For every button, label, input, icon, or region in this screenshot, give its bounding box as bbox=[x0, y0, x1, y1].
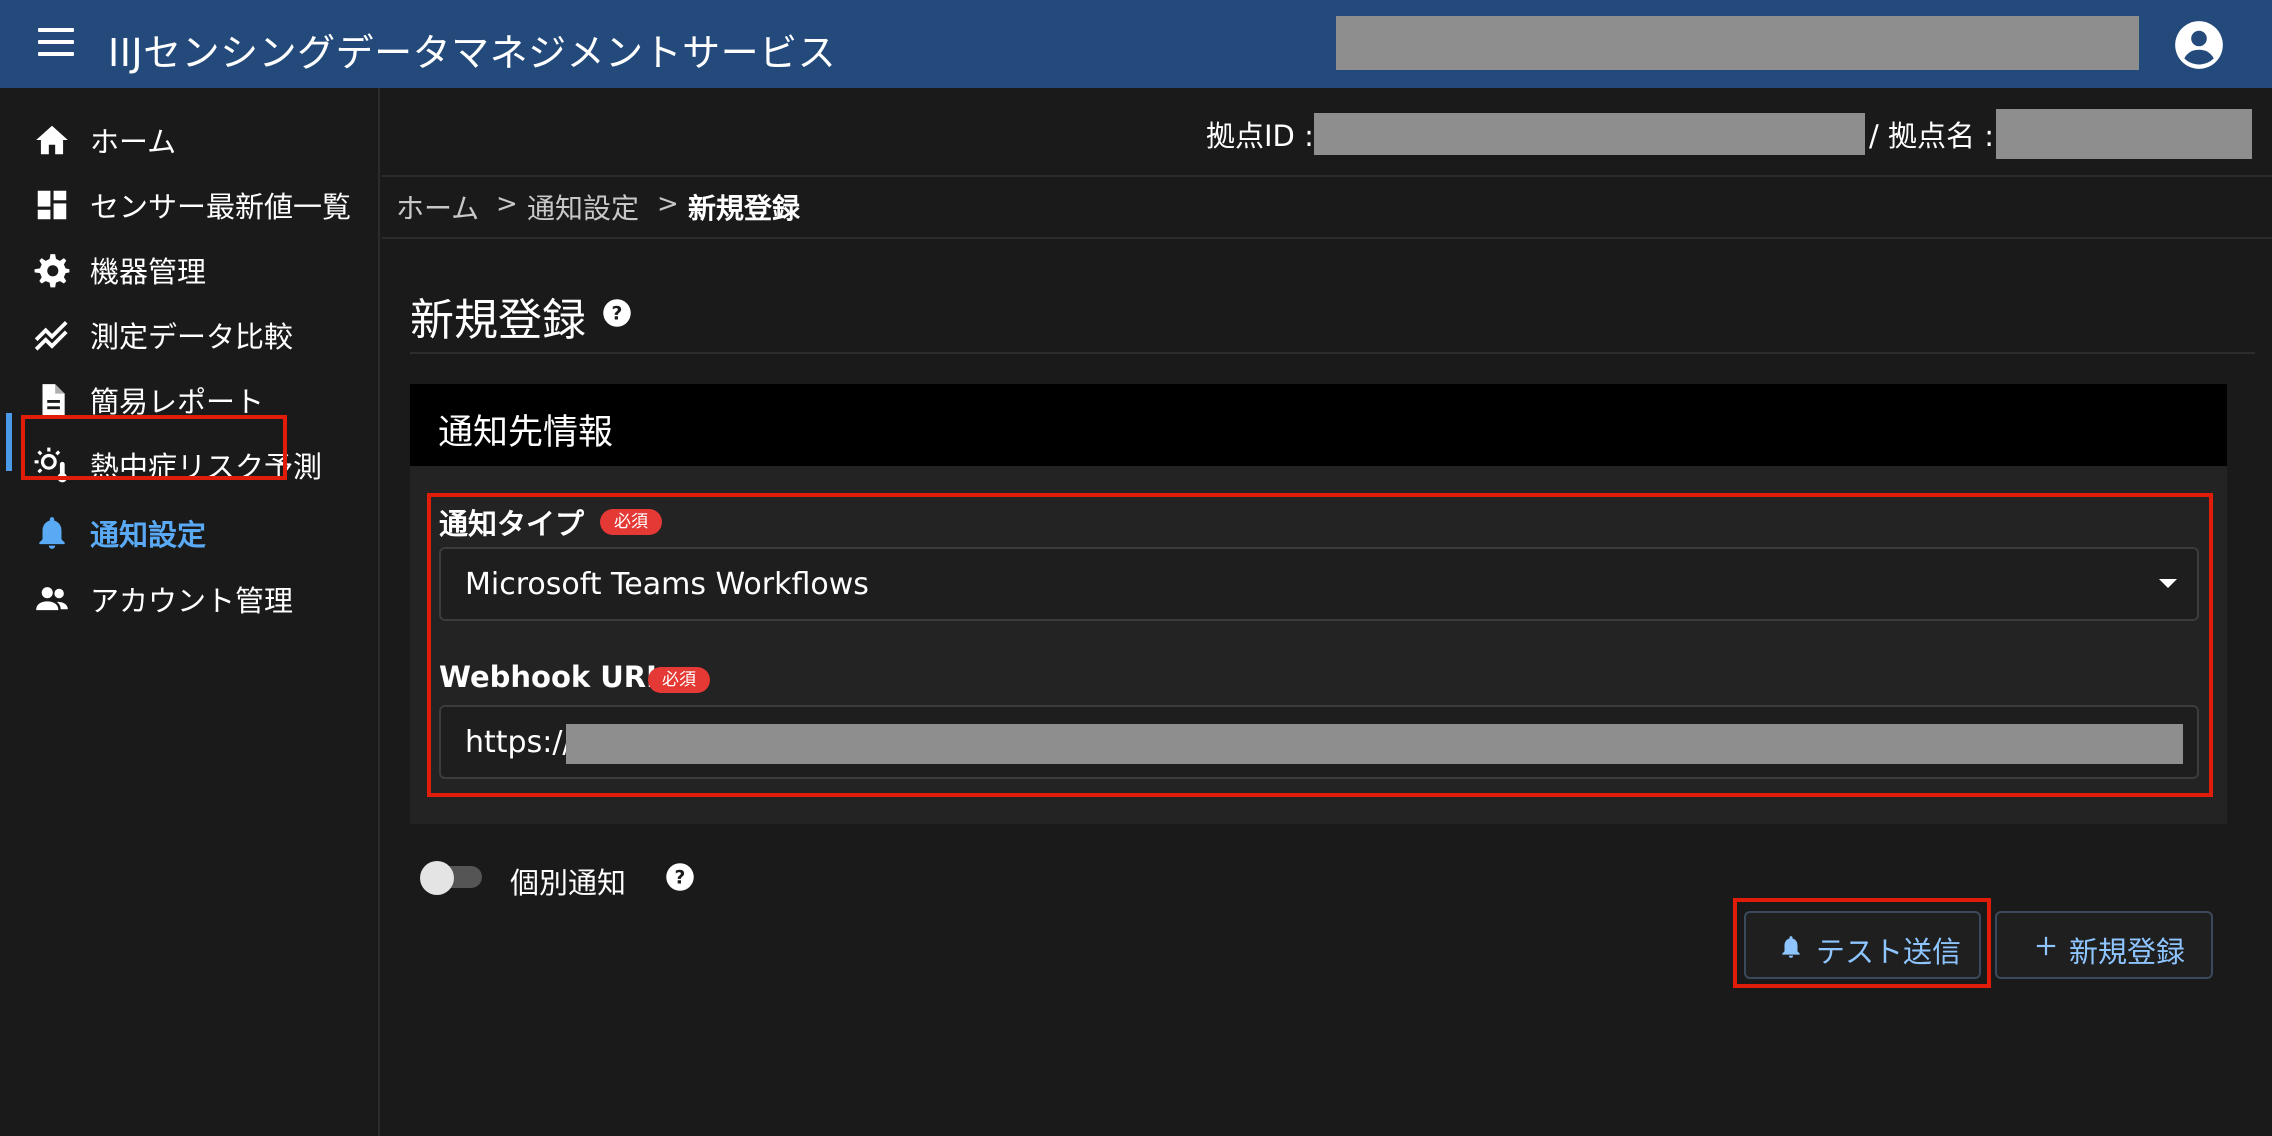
new-register-label: 新規登録 bbox=[2069, 935, 2186, 969]
redacted-site-name bbox=[1996, 109, 2252, 159]
title-divider bbox=[410, 352, 2255, 354]
card-title: 通知先情報 bbox=[438, 413, 614, 453]
bell-icon bbox=[39, 517, 65, 549]
sidebar-item-home[interactable]: ホーム bbox=[0, 110, 380, 170]
breadcrumb-separator: > bbox=[657, 189, 679, 219]
svg-text:?: ? bbox=[675, 867, 686, 888]
home-icon bbox=[36, 125, 68, 155]
plus-icon bbox=[2036, 936, 2056, 956]
sidebar-item-label: センサー最新値一覧 bbox=[90, 190, 352, 224]
sidebar-item-device-management[interactable]: 機器管理 bbox=[0, 240, 380, 300]
site-name-label: / 拠点名 : bbox=[1869, 119, 1994, 153]
highlight-box-test-send bbox=[1733, 898, 1991, 988]
card-header: 通知先情報 bbox=[410, 384, 2227, 466]
svg-text:?: ? bbox=[612, 303, 623, 324]
document-icon bbox=[42, 384, 65, 416]
help-icon[interactable]: ? bbox=[665, 862, 695, 892]
breadcrumb-current: 新規登録 bbox=[688, 192, 801, 225]
account-circle-icon[interactable] bbox=[2173, 19, 2225, 71]
sidebar-item-label: 機器管理 bbox=[90, 255, 207, 289]
toggle-thumb bbox=[420, 861, 454, 895]
site-id-label: 拠点ID : bbox=[1206, 119, 1314, 153]
dashboard-icon bbox=[37, 190, 67, 220]
help-icon[interactable]: ? bbox=[602, 298, 632, 328]
sidebar-item-notification-settings[interactable]: 通知設定 bbox=[0, 503, 380, 563]
gear-icon bbox=[34, 254, 70, 288]
sidebar-item-account-management[interactable]: アカウント管理 bbox=[0, 569, 380, 629]
redacted-site-id bbox=[1314, 113, 1865, 155]
redacted-header-field bbox=[1336, 16, 2139, 70]
sidebar-item-label: ホーム bbox=[90, 125, 177, 159]
trend-icon bbox=[34, 320, 68, 351]
individual-notification-toggle[interactable] bbox=[420, 861, 486, 895]
highlight-box-fields bbox=[427, 493, 2213, 797]
breadcrumb-separator: > bbox=[496, 189, 518, 219]
breadcrumb-notification-settings[interactable]: 通知設定 bbox=[527, 187, 639, 227]
app-title: IIJセンシングデータマネジメントサービス bbox=[108, 31, 837, 75]
sidebar-item-label: 通知設定 bbox=[90, 518, 207, 552]
page-title: 新規登録 bbox=[410, 295, 586, 346]
breadcrumb-home[interactable]: ホーム bbox=[396, 187, 479, 227]
new-register-button[interactable]: 新規登録 bbox=[1995, 911, 2213, 979]
hamburger-menu-icon[interactable] bbox=[38, 28, 74, 58]
sidebar-item-data-compare[interactable]: 測定データ比較 bbox=[0, 305, 380, 365]
individual-notification-label: 個別通知 bbox=[510, 866, 627, 900]
sidebar-item-sensor-latest[interactable]: センサー最新値一覧 bbox=[0, 175, 380, 235]
app-bar: IIJセンシングデータマネジメントサービス bbox=[0, 0, 2272, 88]
sidebar-item-label: アカウント管理 bbox=[90, 584, 294, 618]
people-icon bbox=[36, 587, 68, 611]
sidebar-item-label: 測定データ比較 bbox=[90, 320, 294, 354]
highlight-box-sidebar bbox=[21, 415, 287, 480]
